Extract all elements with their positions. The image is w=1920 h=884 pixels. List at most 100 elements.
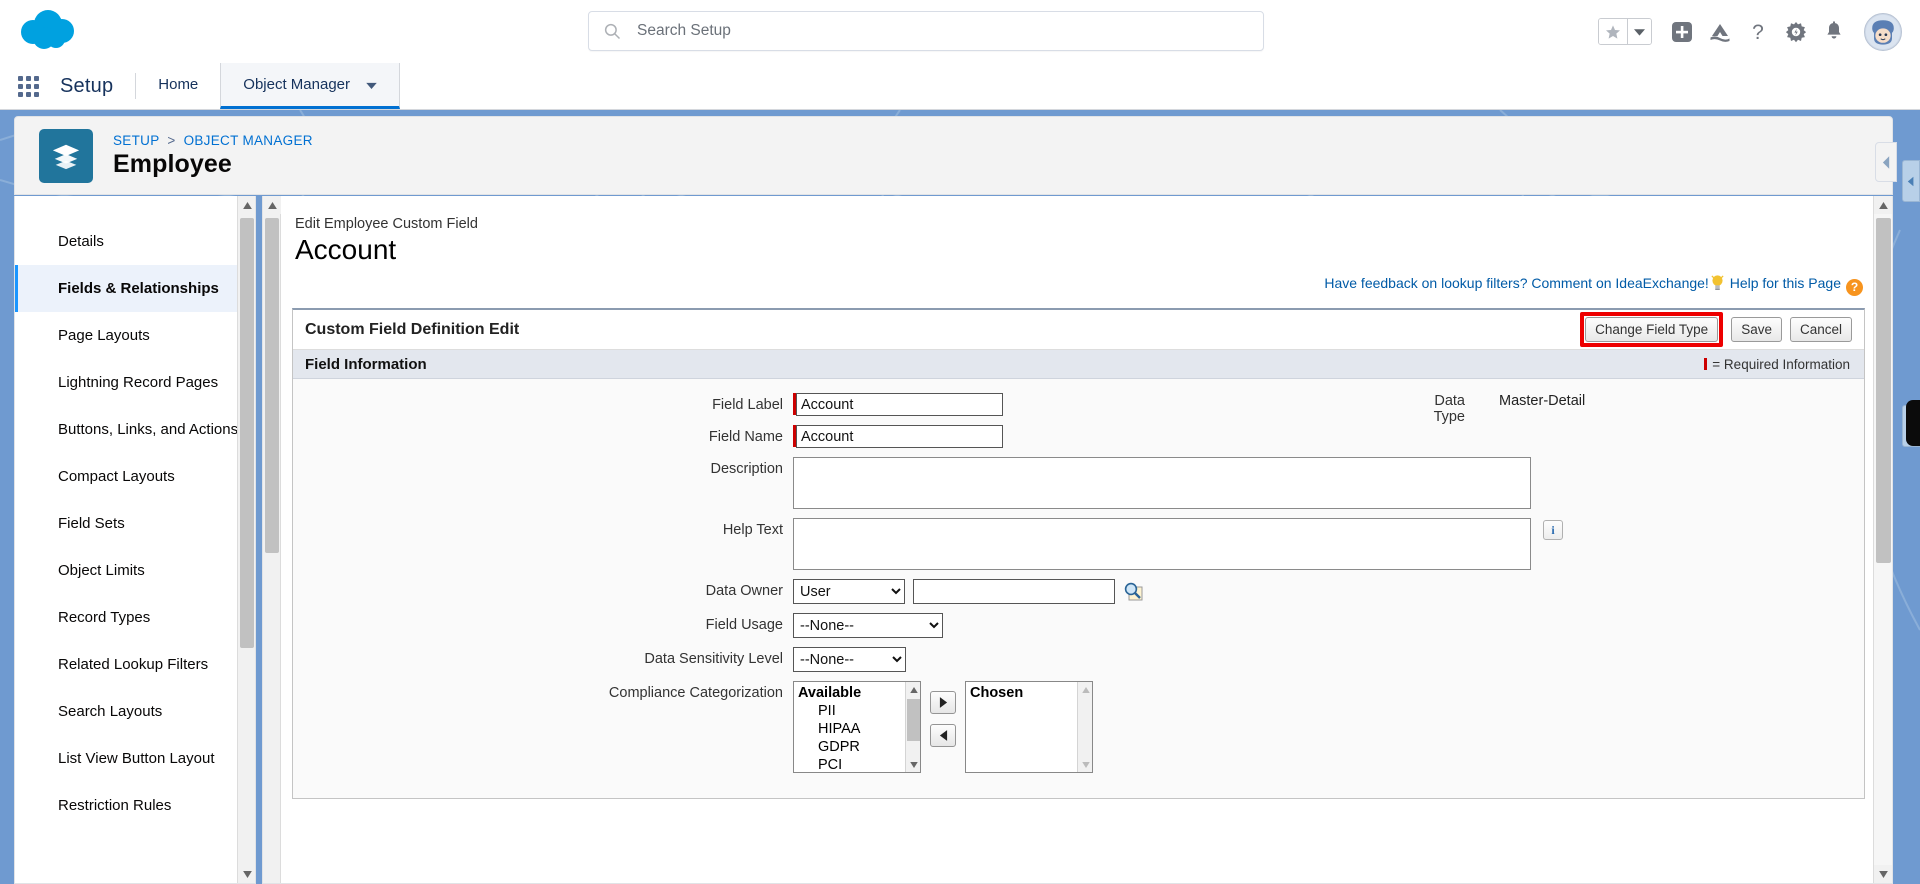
scroll-down-icon[interactable] bbox=[238, 865, 255, 883]
favorites-group[interactable] bbox=[1598, 18, 1652, 45]
available-option[interactable]: GDPR bbox=[796, 738, 920, 756]
sidebar-item-related-lookup-filters[interactable]: Related Lookup Filters bbox=[15, 641, 255, 688]
trailhead-icon[interactable] bbox=[1708, 20, 1732, 44]
save-button[interactable]: Save bbox=[1731, 317, 1782, 342]
sidebar-item-field-sets[interactable]: Field Sets bbox=[15, 500, 255, 547]
move-left-icon[interactable] bbox=[930, 724, 956, 747]
setup-app-name: Setup bbox=[60, 74, 114, 97]
sidebar-item-details[interactable]: Details bbox=[15, 218, 255, 265]
scroll-down-icon[interactable] bbox=[1874, 865, 1892, 883]
sidebar-scroll-thumb[interactable] bbox=[240, 218, 254, 648]
setup-nav-bar: Setup Home Object Manager bbox=[0, 63, 1920, 110]
field-label-input[interactable] bbox=[796, 393, 1003, 416]
search-input[interactable]: Search Setup bbox=[588, 11, 1264, 51]
help-icon[interactable]: ? bbox=[1746, 20, 1770, 44]
scroll-up-icon[interactable] bbox=[906, 682, 920, 697]
sidebar-item-label: Record Types bbox=[58, 609, 151, 626]
data-sensitivity-label: Data Sensitivity Level bbox=[644, 651, 783, 667]
record-header-collapse-icon[interactable] bbox=[1875, 142, 1897, 182]
change-field-type-button[interactable]: Change Field Type bbox=[1585, 317, 1719, 342]
inner-frame-scrollbar[interactable] bbox=[263, 196, 281, 883]
compliance-categorization-row: Compliance Categorization Available PII … bbox=[293, 681, 1864, 773]
sidebar-item-page-layouts[interactable]: Page Layouts bbox=[15, 312, 255, 359]
app-launcher-waffle-icon[interactable] bbox=[0, 63, 56, 109]
sidebar-item-label: Field Sets bbox=[58, 515, 125, 532]
tab-home[interactable]: Home bbox=[136, 63, 221, 109]
right-panel-collapse-tab-top[interactable] bbox=[1902, 160, 1920, 202]
field-heading: Account bbox=[295, 234, 397, 265]
help-text-textarea[interactable] bbox=[793, 518, 1531, 570]
favorites-star-icon[interactable] bbox=[1599, 19, 1627, 44]
help-for-this-page-link[interactable]: Help for this Page bbox=[1730, 275, 1841, 291]
object-stack-icon bbox=[39, 128, 93, 183]
inner-frame-scroll-thumb[interactable] bbox=[265, 218, 279, 553]
description-textarea[interactable] bbox=[793, 457, 1531, 509]
chevron-down-icon[interactable] bbox=[366, 76, 377, 93]
user-avatar[interactable] bbox=[1864, 12, 1902, 51]
available-scroll-thumb[interactable] bbox=[907, 699, 920, 741]
data-owner-row: Data Owner User bbox=[293, 579, 1864, 604]
available-listbox[interactable]: Available PII HIPAA GDPR PCI bbox=[793, 681, 921, 773]
sidebar-item-list: Details Fields & Relationships Page Layo… bbox=[15, 196, 255, 829]
scroll-down-icon[interactable] bbox=[1078, 757, 1092, 772]
salesforce-cloud-logo[interactable] bbox=[18, 4, 90, 56]
page-title: Employee bbox=[113, 149, 232, 178]
required-note-text: = Required Information bbox=[1712, 356, 1850, 372]
data-owner-select[interactable]: User bbox=[793, 579, 905, 604]
chosen-scrollbar[interactable] bbox=[1077, 682, 1092, 772]
ideaexchange-feedback-link[interactable]: Have feedback on lookup filters? Comment… bbox=[1324, 275, 1708, 291]
sidebar-item-list-view-button-layout[interactable]: List View Button Layout bbox=[15, 735, 255, 782]
breadcrumb-object-manager[interactable]: OBJECT MANAGER bbox=[184, 133, 313, 148]
data-sensitivity-select[interactable]: --None-- bbox=[793, 647, 906, 672]
edge-dock-handle[interactable] bbox=[1906, 400, 1920, 446]
notifications-bell-icon[interactable] bbox=[1822, 20, 1846, 44]
add-icon[interactable] bbox=[1670, 20, 1694, 44]
cancel-button[interactable]: Cancel bbox=[1789, 317, 1852, 342]
move-right-icon[interactable] bbox=[930, 691, 956, 714]
chosen-header: Chosen bbox=[970, 685, 1024, 701]
help-question-icon[interactable]: ? bbox=[1846, 279, 1863, 296]
available-option[interactable]: HIPAA bbox=[796, 720, 920, 738]
sidebar-item-label: Related Lookup Filters bbox=[58, 656, 209, 673]
main-content-panel: Edit Employee Custom Field Account Have … bbox=[262, 196, 1893, 884]
sidebar-scrollbar[interactable] bbox=[237, 196, 255, 883]
main-panel-scrollbar[interactable] bbox=[1873, 196, 1892, 883]
global-search-wrapper[interactable]: Search Setup bbox=[588, 11, 1264, 51]
available-option[interactable]: PII bbox=[796, 702, 920, 720]
field-usage-label: Field Usage bbox=[705, 617, 783, 633]
sidebar-item-fields-and-relationships[interactable]: Fields & Relationships bbox=[15, 265, 255, 312]
sidebar-item-restriction-rules[interactable]: Restriction Rules bbox=[15, 782, 255, 829]
sidebar-item-compact-layouts[interactable]: Compact Layouts bbox=[15, 453, 255, 500]
field-usage-select[interactable]: --None-- bbox=[793, 613, 943, 638]
sidebar-item-lightning-record-pages[interactable]: Lightning Record Pages bbox=[15, 359, 255, 406]
field-information-section-bar: Field Information = Required Information bbox=[293, 350, 1864, 379]
main-scroll-thumb[interactable] bbox=[1876, 218, 1891, 563]
field-label-row: Field Label bbox=[293, 393, 1864, 416]
favorites-dropdown-icon[interactable] bbox=[1627, 19, 1651, 44]
available-scrollbar[interactable] bbox=[905, 682, 920, 772]
field-name-input[interactable] bbox=[796, 425, 1003, 448]
tab-object-manager[interactable]: Object Manager bbox=[220, 63, 401, 109]
sidebar-item-record-types[interactable]: Record Types bbox=[15, 594, 255, 641]
sidebar-item-object-limits[interactable]: Object Limits bbox=[15, 547, 255, 594]
available-option[interactable]: PCI bbox=[796, 756, 920, 772]
custom-field-edit-content: Edit Employee Custom Field Account Have … bbox=[282, 196, 1875, 883]
chosen-scroll-thumb[interactable] bbox=[1079, 699, 1092, 741]
field-label-label: Field Label bbox=[712, 397, 783, 413]
global-header: Search Setup ? bbox=[0, 0, 1920, 63]
setup-gear-icon[interactable] bbox=[1784, 20, 1808, 44]
data-owner-lookup-input[interactable] bbox=[913, 579, 1115, 604]
data-sensitivity-row: Data Sensitivity Level --None-- bbox=[293, 647, 1864, 672]
scroll-up-icon[interactable] bbox=[1078, 682, 1092, 697]
sidebar-item-buttons-links-and-actions[interactable]: Buttons, Links, and Actions bbox=[15, 406, 255, 453]
info-icon[interactable]: i bbox=[1543, 520, 1563, 540]
chosen-listbox[interactable]: Chosen bbox=[965, 681, 1093, 773]
scroll-down-icon[interactable] bbox=[906, 757, 920, 772]
sidebar-item-label: List View Button Layout bbox=[58, 750, 215, 767]
lookup-search-icon[interactable] bbox=[1123, 581, 1143, 601]
breadcrumb-setup[interactable]: SETUP bbox=[113, 133, 159, 148]
scroll-up-icon[interactable] bbox=[238, 196, 255, 214]
sidebar-item-search-layouts[interactable]: Search Layouts bbox=[15, 688, 255, 735]
scroll-up-icon[interactable] bbox=[1874, 196, 1892, 214]
scroll-up-icon[interactable] bbox=[263, 196, 281, 214]
